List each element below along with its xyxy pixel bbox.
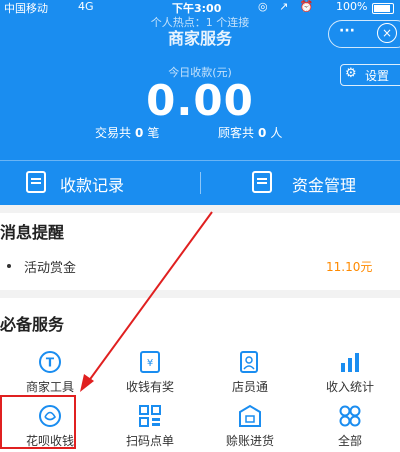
close-icon[interactable]: × xyxy=(377,23,397,43)
notices-title: 消息提醒 xyxy=(0,223,65,242)
highlight-box xyxy=(0,395,76,449)
bullet-icon xyxy=(7,264,11,268)
section-separator xyxy=(0,205,400,213)
records-label: 收款记录 xyxy=(60,176,125,195)
service-merchant-tools[interactable]: T 商家工具 xyxy=(0,350,100,394)
funds-label: 资金管理 xyxy=(292,176,357,195)
svg-text:T: T xyxy=(46,356,55,370)
service-stats[interactable]: 收入统计 xyxy=(300,350,400,394)
scan-order-icon xyxy=(139,405,161,427)
service-all[interactable]: 全部 xyxy=(300,404,400,448)
notice-label: 活动赏金 xyxy=(24,261,77,276)
records-button[interactable]: 收款记录 xyxy=(0,162,200,204)
service-label: 收钱有奖 xyxy=(125,380,174,394)
service-label: 商家工具 xyxy=(25,380,74,394)
settings-button[interactable]: ⚙ 设置 xyxy=(340,64,400,86)
service-credit-purchase[interactable]: 赊账进货 xyxy=(200,404,300,448)
settings-label: 设置 xyxy=(365,69,390,83)
service-clerk[interactable]: 店员通 xyxy=(200,350,300,394)
gear-icon: ⚙ xyxy=(345,66,357,81)
more-icon[interactable]: ··· xyxy=(339,23,355,39)
service-label: 赊账进货 xyxy=(225,434,274,448)
funds-icon xyxy=(252,171,272,193)
trade-prefix: 交易共 xyxy=(95,126,132,140)
service-scan-order[interactable]: 扫码点单 xyxy=(100,404,200,448)
receipt-icon xyxy=(26,171,46,193)
merchant-tools-icon: T xyxy=(39,351,61,373)
network-label: 4G xyxy=(78,0,94,13)
status-icons: ◎ ↗ ⏰ xyxy=(258,0,318,13)
service-label: 扫码点单 xyxy=(125,434,174,448)
trade-count-value: 0 xyxy=(135,126,144,140)
customer-prefix: 顾客共 xyxy=(218,126,255,140)
customer-unit: 人 xyxy=(270,126,283,140)
section-separator xyxy=(0,290,400,298)
service-label: 店员通 xyxy=(231,380,268,394)
notice-item[interactable]: 活动赏金 11.10元 xyxy=(0,250,400,282)
reward-icon: ¥ xyxy=(140,351,160,373)
services-title: 必备服务 xyxy=(0,315,65,334)
stats-icon xyxy=(341,353,359,372)
notice-value: 11.10元 xyxy=(326,260,373,274)
battery-percent: 100% xyxy=(336,0,368,13)
clerk-icon xyxy=(240,351,258,373)
funds-button[interactable]: 资金管理 xyxy=(200,162,400,204)
credit-purchase-icon xyxy=(239,404,261,427)
service-label: 收入统计 xyxy=(325,380,374,394)
battery-icon xyxy=(372,3,394,14)
svg-text:¥: ¥ xyxy=(147,358,153,369)
service-reward[interactable]: ¥ 收钱有奖 xyxy=(100,350,200,394)
all-icon xyxy=(339,405,361,427)
service-label: 全部 xyxy=(337,434,362,448)
trade-unit: 笔 xyxy=(147,126,160,140)
customer-count-value: 0 xyxy=(258,126,267,140)
trade-count: 交易共 0 笔 xyxy=(95,124,159,141)
nav-capsule: ··· × xyxy=(328,20,400,48)
customer-count: 顾客共 0 人 xyxy=(218,124,282,141)
header-divider xyxy=(0,160,400,161)
